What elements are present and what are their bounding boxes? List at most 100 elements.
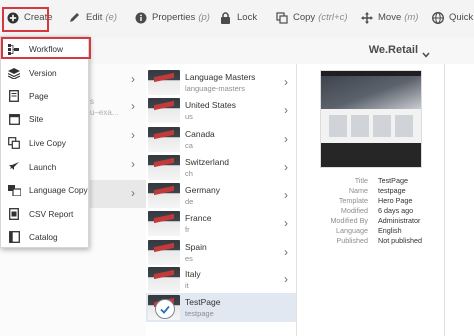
page-name: ca xyxy=(185,141,193,150)
chevron-right-icon: › xyxy=(284,160,288,174)
chevron-right-icon: › xyxy=(131,186,135,200)
page-thumbnail xyxy=(148,70,180,95)
chevron-right-icon: › xyxy=(131,128,135,142)
menu-item-label: Language Copy xyxy=(29,185,88,195)
language-copy-icon xyxy=(7,183,21,197)
page-title: Italy xyxy=(185,269,201,279)
create-highlight-box xyxy=(2,7,49,32)
column-empty xyxy=(445,64,474,336)
page-name: testpage xyxy=(185,309,214,318)
page-metadata: Title TestPage Name testpage Template He… xyxy=(300,176,444,246)
lock-icon xyxy=(219,11,232,24)
metadata-label: Template xyxy=(338,196,368,205)
menu-item-site[interactable]: Site xyxy=(1,108,90,130)
workflow-highlight-box xyxy=(1,37,91,59)
properties-label: Properties xyxy=(152,12,196,23)
column-sites-ghost-text: u–exa... xyxy=(90,108,119,117)
quick-publish-button[interactable]: Quick P xyxy=(431,11,474,24)
metadata-value: Not published xyxy=(378,236,422,245)
metadata-row: Language English xyxy=(300,226,444,236)
page-name: de xyxy=(185,197,194,206)
menu-item-version[interactable]: Version xyxy=(1,62,90,84)
copy-button[interactable]: Copy (ctrl+c) xyxy=(275,11,347,24)
chevron-down-icon[interactable] xyxy=(422,45,430,63)
page-thumbnail xyxy=(148,183,180,208)
page-title: Germany xyxy=(185,185,220,195)
page-thumbnail xyxy=(148,267,180,292)
menu-item-language-copy[interactable]: Language Copy xyxy=(1,179,90,201)
page-thumbnail xyxy=(148,98,180,123)
menu-item-catalog[interactable]: Catalog xyxy=(1,226,90,248)
page-title: United States xyxy=(185,100,237,110)
metadata-row: Template Hero Page xyxy=(300,196,444,206)
site-icon xyxy=(7,112,21,126)
menu-item-label: CSV Report xyxy=(29,209,74,219)
page-row-canada[interactable]: Canada ca › xyxy=(146,125,296,154)
metadata-label: Language xyxy=(336,226,368,235)
properties-shortcut: (p) xyxy=(198,12,210,23)
page-name: us xyxy=(185,112,193,121)
metadata-label: Published xyxy=(336,236,368,245)
page-row-italy[interactable]: Italy it › xyxy=(146,265,296,294)
metadata-value: Hero Page xyxy=(378,196,413,205)
edit-button[interactable]: Edit (e) xyxy=(68,11,117,24)
page-preview-thumbnail xyxy=(321,71,421,167)
menu-item-label: Site xyxy=(29,114,44,124)
move-button[interactable]: Move (m) xyxy=(360,11,418,24)
page-row-france[interactable]: France fr › xyxy=(146,209,296,238)
metadata-label: Name xyxy=(348,186,368,195)
metadata-value: 6 days ago xyxy=(378,206,414,215)
copy-shortcut: (ctrl+c) xyxy=(318,12,348,23)
page-row-united-states[interactable]: United States us › xyxy=(146,96,296,125)
page-thumbnail xyxy=(148,127,180,152)
properties-button[interactable]: Properties (p) xyxy=(134,11,210,24)
page-thumbnail xyxy=(148,155,180,180)
page-name: it xyxy=(185,281,189,290)
site-title: We.Retail xyxy=(368,44,418,56)
column-sites-selected-row[interactable] xyxy=(90,180,146,208)
launch-icon xyxy=(7,160,21,174)
page-row-switzerland[interactable]: Switzerland ch › xyxy=(146,153,296,182)
chevron-right-icon: › xyxy=(284,216,288,230)
checkmark-icon[interactable] xyxy=(155,299,175,319)
chevron-right-icon: › xyxy=(284,103,288,117)
page-title: Switzerland xyxy=(185,157,229,167)
chevron-right-icon: › xyxy=(284,75,288,89)
menu-item-label: Page xyxy=(29,91,49,101)
menu-item-launch[interactable]: Launch xyxy=(1,156,90,178)
page-row-testpage[interactable]: TestPage testpage xyxy=(146,293,296,322)
menu-item-label: Version xyxy=(29,68,57,78)
move-shortcut: (m) xyxy=(404,12,419,23)
page-thumbnail xyxy=(148,295,180,320)
chevron-right-icon: › xyxy=(131,157,135,171)
page-name: fr xyxy=(185,225,190,234)
move-label: Move xyxy=(378,12,402,23)
live-copy-icon xyxy=(7,136,21,150)
globe-icon xyxy=(431,11,444,24)
chevron-right-icon: › xyxy=(284,132,288,146)
chevron-right-icon: › xyxy=(131,72,135,86)
column-sites-ghost-text: s xyxy=(90,97,94,106)
lock-label: Lock xyxy=(237,12,258,23)
metadata-value: TestPage xyxy=(378,176,408,185)
create-menu: Workflow Version Page Site Live Copy Lau… xyxy=(0,36,89,248)
chevron-right-icon: › xyxy=(131,99,135,113)
menu-item-live-copy[interactable]: Live Copy xyxy=(1,132,90,154)
menu-item-page[interactable]: Page xyxy=(1,85,90,107)
lock-button[interactable]: Lock xyxy=(219,11,257,24)
metadata-label: Title xyxy=(354,176,368,185)
metadata-row: Modified 6 days ago xyxy=(300,206,444,216)
page-title: Language Masters xyxy=(185,72,256,82)
menu-item-label: Live Copy xyxy=(29,138,66,148)
menu-item-csv-report[interactable]: CSV Report xyxy=(1,203,90,225)
quick-publish-label: Quick P xyxy=(449,12,474,23)
metadata-value: English xyxy=(378,226,402,235)
pencil-icon xyxy=(68,11,81,24)
menu-item-label: Launch xyxy=(29,162,57,172)
chevron-right-icon: › xyxy=(284,188,288,202)
page-row-germany[interactable]: Germany de › xyxy=(146,181,296,210)
copy-label: Copy xyxy=(293,12,316,23)
page-row-spain[interactable]: Spain es › xyxy=(146,238,296,267)
page-row-language-masters[interactable]: Language Masters language-masters › xyxy=(146,68,296,97)
metadata-row: Name testpage xyxy=(300,186,444,196)
